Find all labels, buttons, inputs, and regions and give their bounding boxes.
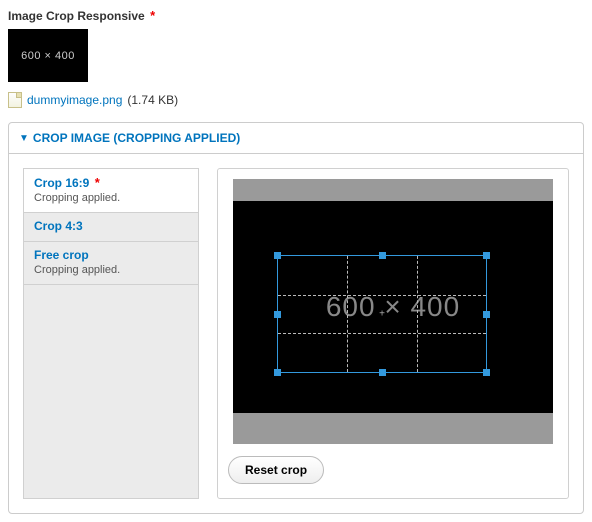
resize-handle-w[interactable] xyxy=(274,311,281,318)
crop-tabs: Crop 16:9 * Cropping applied. Crop 4:3 F… xyxy=(23,168,199,499)
tab-label: Crop 4:3 xyxy=(34,219,188,233)
resize-handle-nw[interactable] xyxy=(274,252,281,259)
grid-line xyxy=(347,256,348,372)
resize-handle-se[interactable] xyxy=(483,369,490,376)
resize-handle-n[interactable] xyxy=(379,252,386,259)
field-label-text: Image Crop Responsive xyxy=(8,9,145,23)
grid-line xyxy=(278,295,486,296)
grid-line xyxy=(417,256,418,372)
field-label: Image Crop Responsive * xyxy=(8,8,584,23)
file-size: (1.74 KB) xyxy=(127,93,178,107)
file-icon xyxy=(8,92,22,108)
crop-panel-header[interactable]: ▼ CROP IMAGE (CROPPING APPLIED) xyxy=(9,123,583,153)
required-marker: * xyxy=(95,175,100,190)
resize-handle-ne[interactable] xyxy=(483,252,490,259)
grid-line xyxy=(278,333,486,334)
crop-workspace: 600 × 400 + Reset xyxy=(217,168,569,499)
crop-viewport: 600 × 400 + xyxy=(233,179,553,444)
required-marker: * xyxy=(150,8,155,23)
tab-free-crop[interactable]: Free crop Cropping applied. xyxy=(24,242,198,285)
file-link[interactable]: dummyimage.png xyxy=(27,93,122,107)
resize-handle-e[interactable] xyxy=(483,311,490,318)
tab-status: Cropping applied. xyxy=(34,264,188,276)
crop-selection[interactable]: + xyxy=(277,255,487,373)
thumbnail-text: 600 × 400 xyxy=(21,50,75,62)
tab-crop-16-9[interactable]: Crop 16:9 * Cropping applied. xyxy=(24,169,198,213)
resize-handle-s[interactable] xyxy=(379,369,386,376)
tab-crop-4-3[interactable]: Crop 4:3 xyxy=(24,213,198,242)
reset-crop-button[interactable]: Reset crop xyxy=(228,456,324,484)
tab-label: Free crop xyxy=(34,248,188,262)
tab-status: Cropping applied. xyxy=(34,192,188,204)
center-marker: + xyxy=(379,309,385,320)
file-info: dummyimage.png (1.74 KB) xyxy=(8,92,584,108)
crop-panel: ▼ CROP IMAGE (CROPPING APPLIED) Crop 16:… xyxy=(8,122,584,514)
tab-spacer xyxy=(24,285,198,498)
thumbnail-preview: 600 × 400 xyxy=(8,29,88,82)
chevron-down-icon: ▼ xyxy=(19,133,29,144)
crop-panel-title: CROP IMAGE (CROPPING APPLIED) xyxy=(33,131,240,145)
crop-panel-body: Crop 16:9 * Cropping applied. Crop 4:3 F… xyxy=(9,153,583,513)
tab-label: Crop 16:9 * xyxy=(34,175,188,190)
resize-handle-sw[interactable] xyxy=(274,369,281,376)
